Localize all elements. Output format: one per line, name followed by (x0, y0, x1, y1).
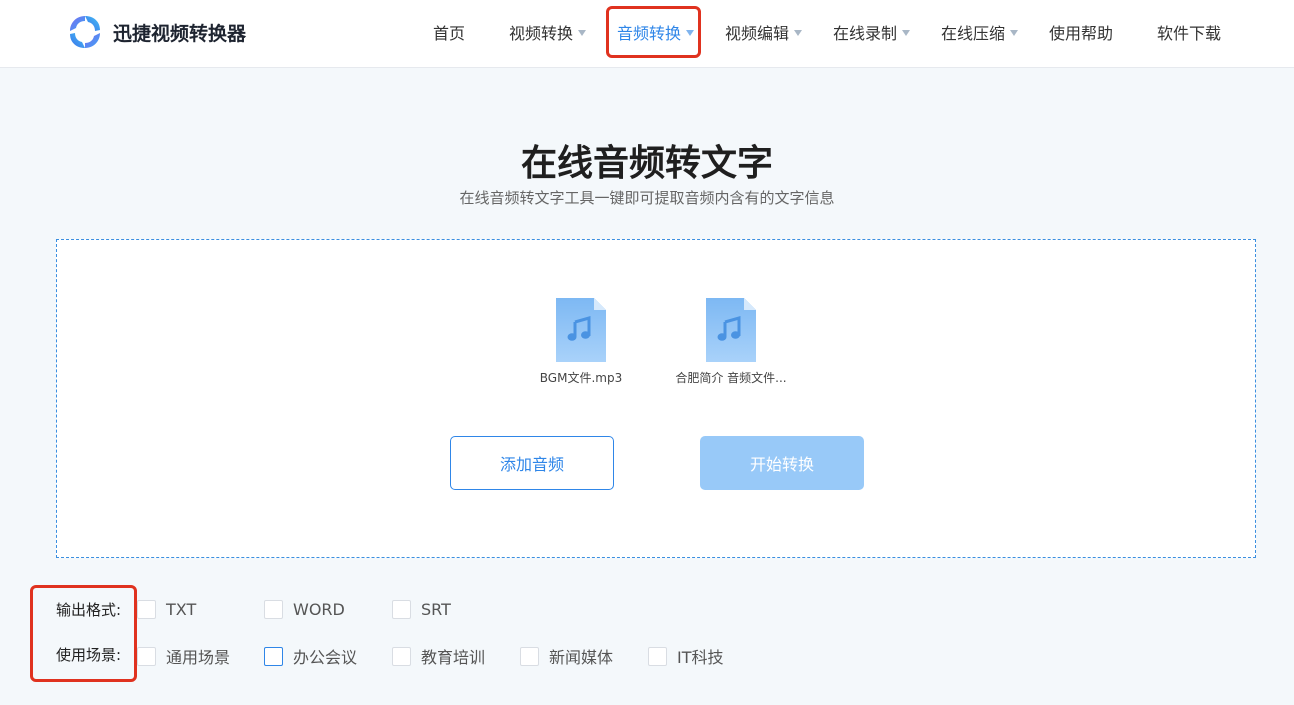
add-audio-button[interactable]: 添加音频 (450, 436, 614, 490)
audio-file-icon (556, 298, 606, 362)
logo-text: 迅捷视频转换器 (113, 22, 247, 45)
checkbox[interactable] (392, 646, 411, 666)
logo-icon (66, 13, 104, 51)
nav-video-edit[interactable]: 视频编辑 (725, 0, 803, 64)
scene-option-education[interactable]: 教育培训 (392, 644, 485, 668)
caret-down-icon (578, 29, 587, 36)
nav-label: 在线压缩 (941, 24, 1006, 43)
option-label: 办公会议 (293, 648, 358, 667)
nav-online-record[interactable]: 在线录制 (833, 0, 911, 64)
audio-file-icon (706, 298, 756, 362)
option-label: WORD (293, 600, 345, 619)
file-item[interactable]: BGM文件.mp3 (516, 298, 646, 386)
nav-highlight-box (606, 6, 701, 58)
nav-label: 使用帮助 (1049, 24, 1114, 43)
checkbox[interactable] (648, 646, 667, 666)
caret-down-icon (794, 29, 803, 36)
file-item[interactable]: 合肥简介 音频文件... (666, 298, 796, 386)
nav-video-convert[interactable]: 视频转换 (509, 0, 587, 64)
nav-home[interactable]: 首页 (433, 0, 465, 64)
scene-option-meeting[interactable]: 办公会议 (264, 644, 357, 668)
nav-label: 视频编辑 (725, 24, 790, 43)
option-label: 通用场景 (166, 648, 231, 667)
option-label: SRT (421, 600, 451, 619)
option-label: IT科技 (677, 648, 724, 667)
checkbox[interactable] (264, 646, 283, 666)
format-option-word[interactable]: WORD (264, 600, 345, 619)
option-label: TXT (166, 600, 197, 619)
page-subtitle: 在线音频转文字工具一键即可提取音频内含有的文字信息 (459, 189, 835, 207)
scene-option-general[interactable]: 通用场景 (137, 644, 230, 668)
checkbox[interactable] (264, 600, 283, 619)
checkbox[interactable] (392, 600, 411, 619)
logo[interactable]: 迅捷视频转换器 (66, 13, 246, 51)
upload-dropzone[interactable]: BGM文件.mp3 合肥简介 音频文件... 添加音频 开始转换 (56, 239, 1256, 558)
options-highlight-box (30, 585, 137, 682)
file-name: BGM文件.mp3 (539, 371, 623, 385)
option-label: 新闻媒体 (549, 648, 614, 667)
scene-option-it[interactable]: IT科技 (648, 644, 724, 668)
format-option-srt[interactable]: SRT (392, 600, 451, 619)
nav-label: 在线录制 (833, 24, 898, 43)
option-label: 教育培训 (421, 648, 486, 667)
page-title: 在线音频转文字 (520, 143, 773, 184)
nav-download[interactable]: 软件下载 (1157, 0, 1221, 64)
nav-label: 首页 (433, 24, 466, 43)
checkbox[interactable] (137, 600, 156, 619)
scene-option-news[interactable]: 新闻媒体 (520, 644, 613, 668)
caret-down-icon (1010, 29, 1019, 36)
checkbox[interactable] (137, 646, 156, 666)
file-name: 合肥简介 音频文件... (675, 371, 787, 385)
checkbox[interactable] (520, 646, 539, 666)
format-option-txt[interactable]: TXT (137, 600, 196, 619)
nav-online-compress[interactable]: 在线压缩 (941, 0, 1019, 64)
start-convert-button[interactable]: 开始转换 (700, 436, 864, 490)
top-header: 迅捷视频转换器 首页 视频转换 音频转换 视频编辑 在线录制 在线压缩 使用帮助 (0, 0, 1294, 68)
nav-label: 软件下载 (1157, 24, 1222, 43)
nav-label: 视频转换 (509, 24, 574, 43)
caret-down-icon (902, 29, 911, 36)
nav-help[interactable]: 使用帮助 (1049, 0, 1113, 64)
